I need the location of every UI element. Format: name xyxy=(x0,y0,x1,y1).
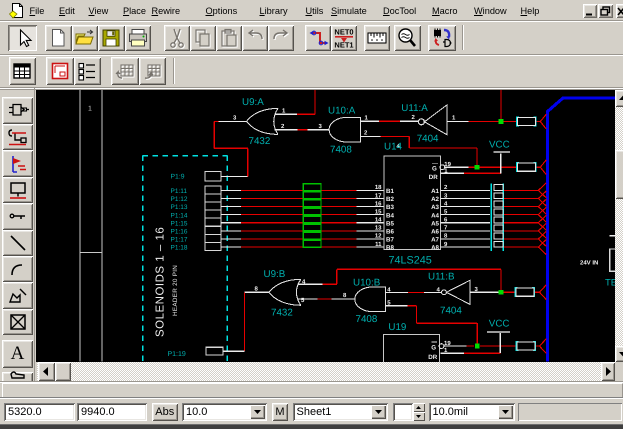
svg-text:B2: B2 xyxy=(386,196,394,203)
svg-text:A3: A3 xyxy=(431,204,439,211)
svg-text:P1:18: P1:18 xyxy=(170,245,187,252)
svg-text:8: 8 xyxy=(343,292,347,299)
svg-text:24V IN: 24V IN xyxy=(580,259,598,266)
svg-text:12: 12 xyxy=(374,233,381,240)
svg-text:2: 2 xyxy=(411,114,415,121)
svg-text:16: 16 xyxy=(374,200,381,207)
svg-text:B7: B7 xyxy=(386,237,394,244)
svg-text:U14: U14 xyxy=(384,141,403,152)
svg-text:13: 13 xyxy=(374,225,381,232)
svg-text:NET0: NET0 xyxy=(334,27,353,36)
svg-text:VCC: VCC xyxy=(489,140,510,151)
svg-text:B5: B5 xyxy=(386,220,394,227)
svg-text:U10:A: U10:A xyxy=(328,106,356,117)
svg-text:SOLENOIDS 1 – 16: SOLENOIDS 1 – 16 xyxy=(154,227,166,337)
svg-text:DR: DR xyxy=(428,174,437,181)
svg-text:A7: A7 xyxy=(431,237,439,244)
svg-text:1: 1 xyxy=(88,106,92,113)
svg-text:P1:12: P1:12 xyxy=(170,196,187,203)
svg-text:A4: A4 xyxy=(431,212,439,219)
svg-text:3: 3 xyxy=(318,123,322,130)
svg-text:7408: 7408 xyxy=(355,314,377,325)
svg-text:P1:16: P1:16 xyxy=(170,228,187,235)
svg-text:11: 11 xyxy=(375,241,382,248)
svg-text:1: 1 xyxy=(452,115,456,122)
svg-text:A5: A5 xyxy=(431,220,439,227)
svg-text:U11:B: U11:B xyxy=(428,271,455,282)
svg-text:G: G xyxy=(432,165,437,172)
svg-text:7404: 7404 xyxy=(416,134,438,145)
svg-text:18: 18 xyxy=(374,184,381,191)
svg-text:P1:11: P1:11 xyxy=(170,188,187,195)
svg-text:7432: 7432 xyxy=(271,308,293,319)
svg-text:A1: A1 xyxy=(431,188,439,195)
svg-text:DR: DR xyxy=(428,354,437,361)
svg-text:3: 3 xyxy=(233,115,237,122)
svg-text:19: 19 xyxy=(444,161,451,168)
svg-text:P1:13: P1:13 xyxy=(170,204,187,211)
svg-text:P1:15: P1:15 xyxy=(170,220,187,227)
svg-text:B4: B4 xyxy=(386,212,394,219)
svg-text:15: 15 xyxy=(374,208,381,215)
svg-text:U9:A: U9:A xyxy=(242,97,264,108)
svg-text:5: 5 xyxy=(301,297,305,304)
svg-text:NET1: NET1 xyxy=(334,40,353,49)
svg-text:U10:B: U10:B xyxy=(353,277,381,288)
svg-text:U19: U19 xyxy=(388,322,406,333)
svg-text:2: 2 xyxy=(281,123,285,130)
svg-text:P1:14: P1:14 xyxy=(170,212,187,219)
svg-text:G: G xyxy=(431,344,436,351)
svg-text:7404: 7404 xyxy=(440,305,462,316)
svg-text:A6: A6 xyxy=(431,228,439,235)
svg-text:B8: B8 xyxy=(386,245,394,252)
svg-text:17: 17 xyxy=(374,192,381,199)
svg-text:B3: B3 xyxy=(386,204,394,211)
svg-text:U11:A: U11:A xyxy=(401,103,428,114)
svg-text:HEADER 20 PIN: HEADER 20 PIN xyxy=(172,265,179,316)
svg-text:7432: 7432 xyxy=(248,136,270,147)
svg-text:P1:17: P1:17 xyxy=(170,237,187,244)
svg-text:B1: B1 xyxy=(386,188,394,195)
svg-text:7408: 7408 xyxy=(330,144,352,155)
svg-text:8: 8 xyxy=(254,285,258,292)
svg-text:1: 1 xyxy=(364,114,368,121)
svg-text:A8: A8 xyxy=(431,245,439,252)
svg-text:TE: TE xyxy=(605,278,616,289)
svg-text:14: 14 xyxy=(374,217,381,224)
svg-text:A2: A2 xyxy=(431,196,439,203)
svg-text:B6: B6 xyxy=(386,228,394,235)
svg-text:74LS245: 74LS245 xyxy=(388,255,431,267)
svg-text:VCC: VCC xyxy=(488,319,509,330)
svg-text:1: 1 xyxy=(282,108,286,115)
svg-text:P1:19: P1:19 xyxy=(167,351,185,358)
svg-text:2: 2 xyxy=(364,130,368,137)
svg-text:U9:B: U9:B xyxy=(263,269,285,280)
svg-text:P1:9: P1:9 xyxy=(170,174,184,181)
svg-text:19: 19 xyxy=(444,340,451,347)
